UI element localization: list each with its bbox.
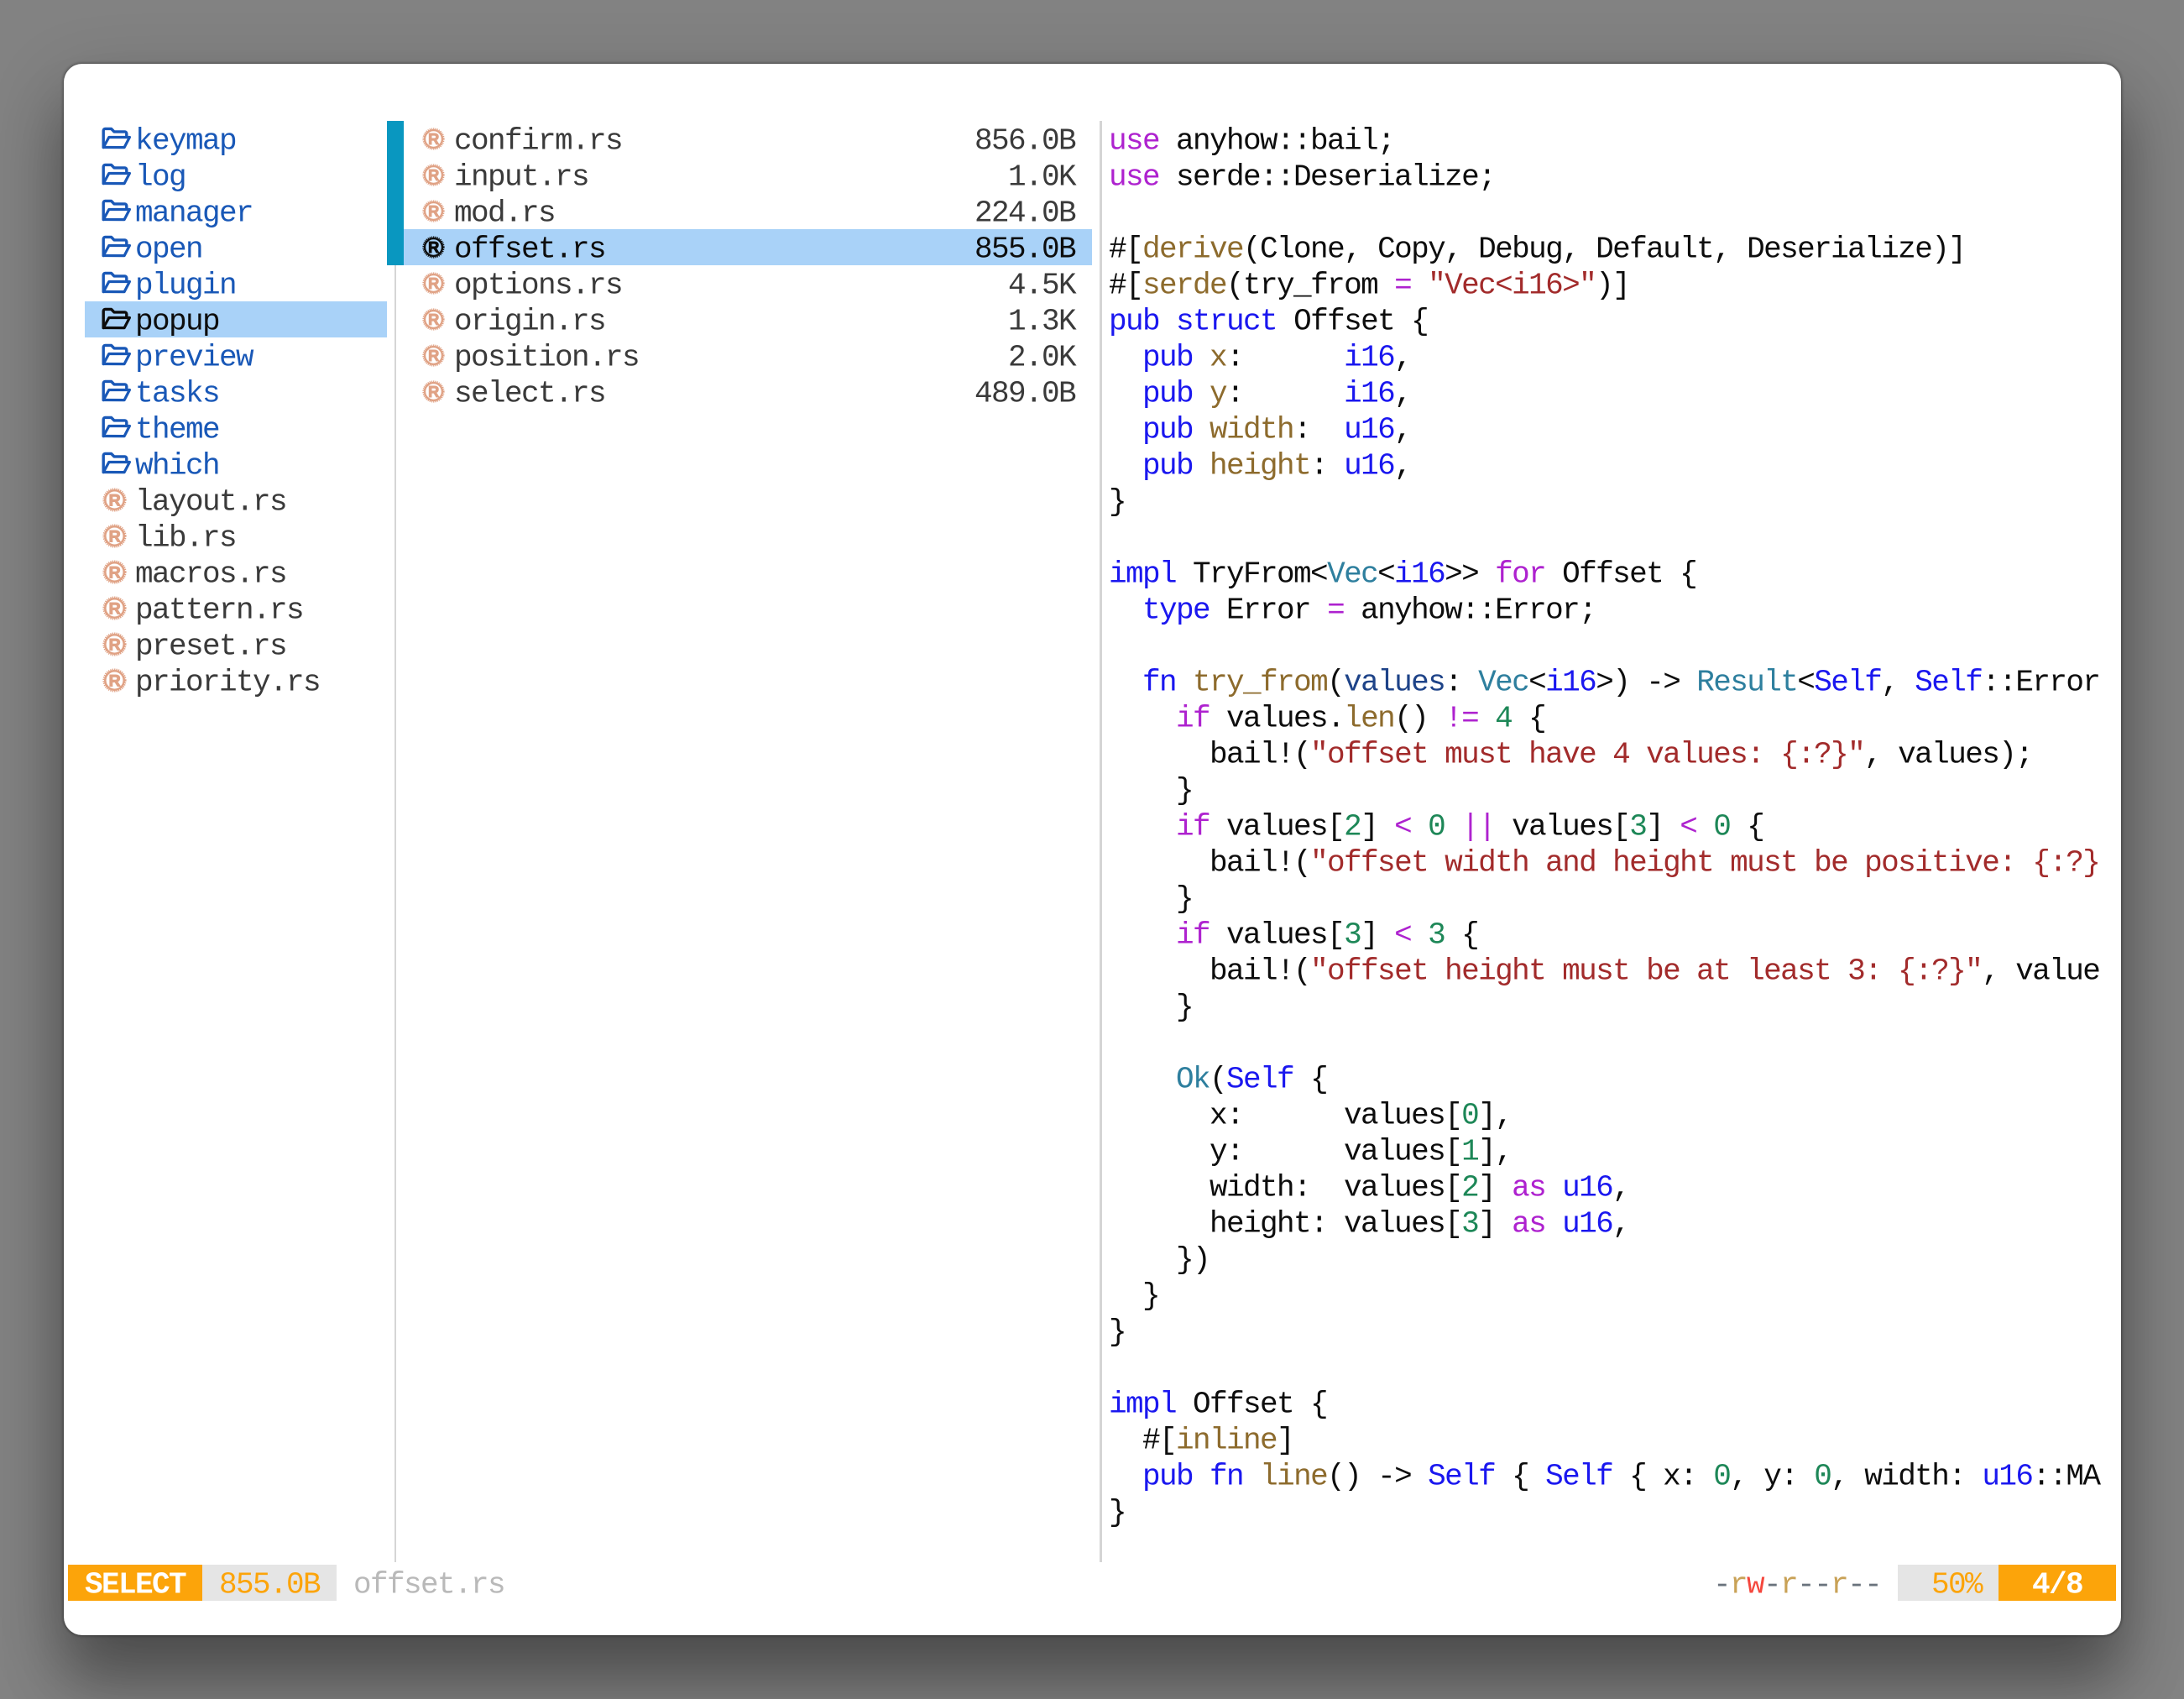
svg-text:R: R (108, 528, 120, 546)
svg-text:R: R (108, 564, 120, 583)
svg-text:R: R (428, 239, 439, 256)
svg-text:R: R (108, 492, 120, 510)
svg-text:R: R (428, 384, 439, 400)
svg-text:R: R (108, 672, 120, 691)
svg-text:R: R (428, 311, 439, 328)
svg-text:R: R (108, 636, 120, 655)
svg-text:R: R (428, 275, 439, 292)
svg-text:R: R (108, 600, 120, 619)
svg-text:R: R (428, 203, 439, 220)
svg-text:R: R (428, 167, 439, 184)
svg-text:R: R (428, 131, 439, 148)
svg-text:R: R (428, 348, 439, 364)
